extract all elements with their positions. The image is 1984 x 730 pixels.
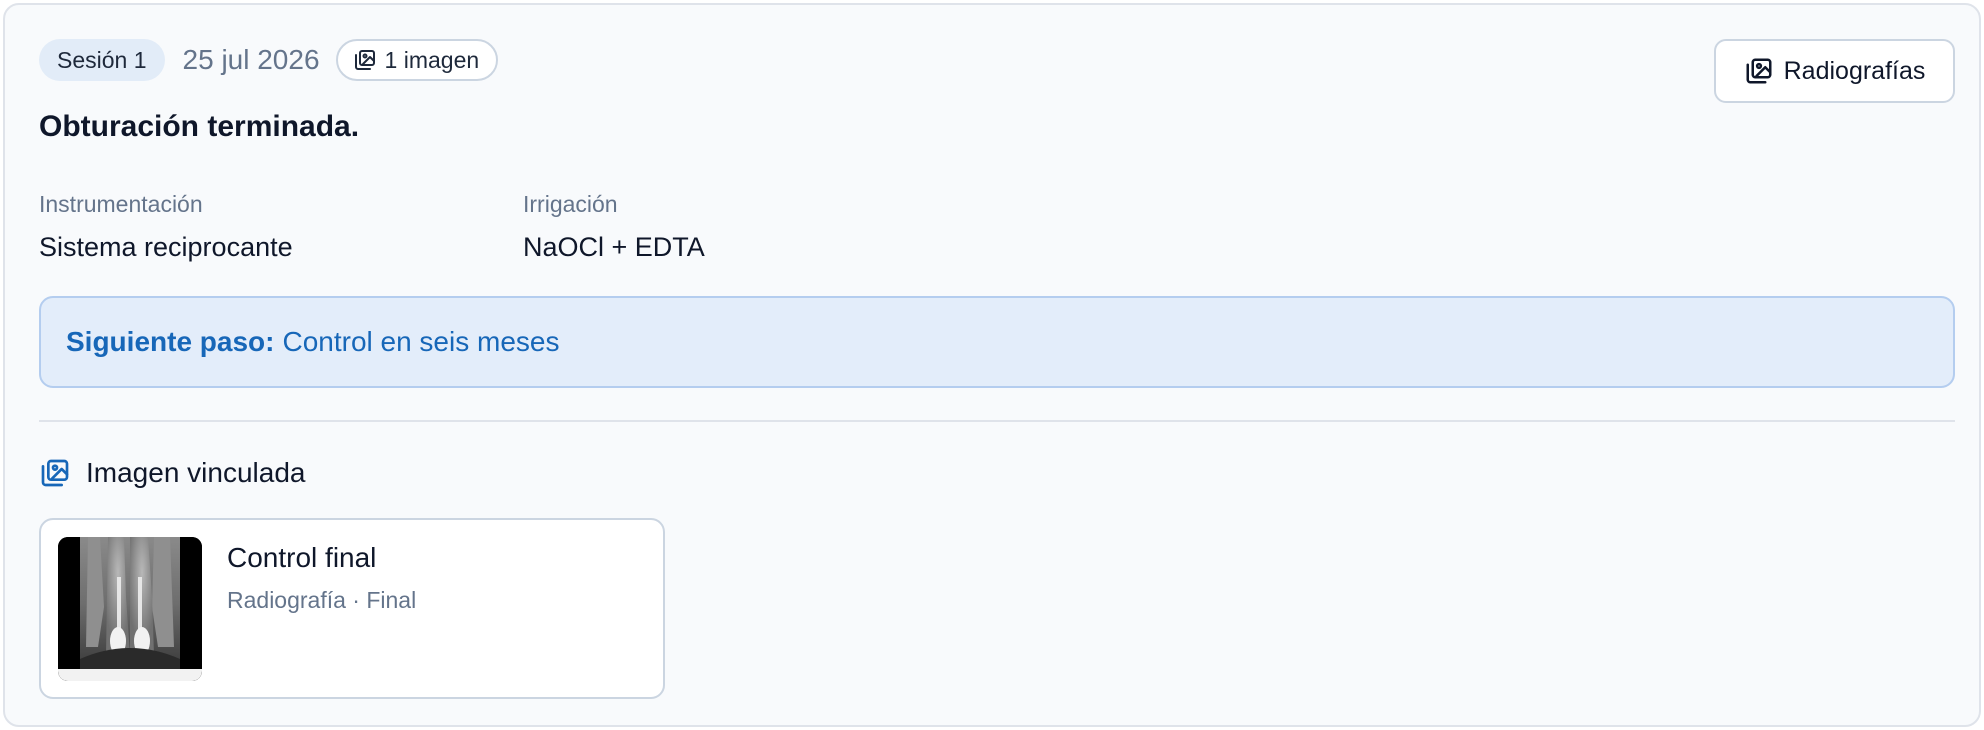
field-label: Instrumentación [39, 191, 203, 217]
next-step-banner: Siguiente paso: Control en seis meses [39, 296, 1955, 388]
linked-image-subtitle: Radiografía · Final [227, 587, 417, 613]
session-title: Obturación terminada. [39, 110, 360, 143]
field-irrigacion: Irrigación NaOCl + EDTA [523, 191, 705, 263]
linked-images-heading: Imagen vinculada [86, 457, 306, 488]
section-divider [39, 420, 1955, 422]
radiografias-button[interactable]: Radiografías [1714, 39, 1955, 103]
linked-image-title: Control final [227, 542, 377, 573]
session-date: 25 jul 2026 [182, 44, 320, 75]
image-count-badge: 1 imagen [335, 39, 499, 81]
field-value: Sistema reciprocante [39, 232, 293, 262]
radiograph-thumbnail [58, 537, 202, 681]
session-badge: Sesión 1 [39, 39, 165, 81]
next-step-value: Control en seis meses [282, 326, 560, 357]
radiograph-image [58, 537, 202, 681]
images-icon [41, 459, 69, 487]
images-icon [354, 50, 375, 70]
field-label: Irrigación [523, 191, 618, 217]
image-count-label: 1 imagen [384, 46, 480, 73]
linked-image-item[interactable]: Control final Radiografía · Final [39, 518, 665, 699]
next-step-label: Siguiente paso: [66, 326, 275, 357]
session-card: Sesión 1 25 jul 2026 1 imagen Radiografí… [3, 3, 1981, 727]
field-value: NaOCl + EDTA [523, 232, 705, 262]
linked-images-header: Imagen vinculada [39, 457, 305, 489]
images-icon [1746, 58, 1772, 84]
radiografias-button-label: Radiografías [1783, 56, 1926, 85]
session-meta: Sesión 1 25 jul 2026 1 imagen [39, 39, 499, 81]
field-instrumentacion: Instrumentación Sistema reciprocante [39, 191, 293, 263]
